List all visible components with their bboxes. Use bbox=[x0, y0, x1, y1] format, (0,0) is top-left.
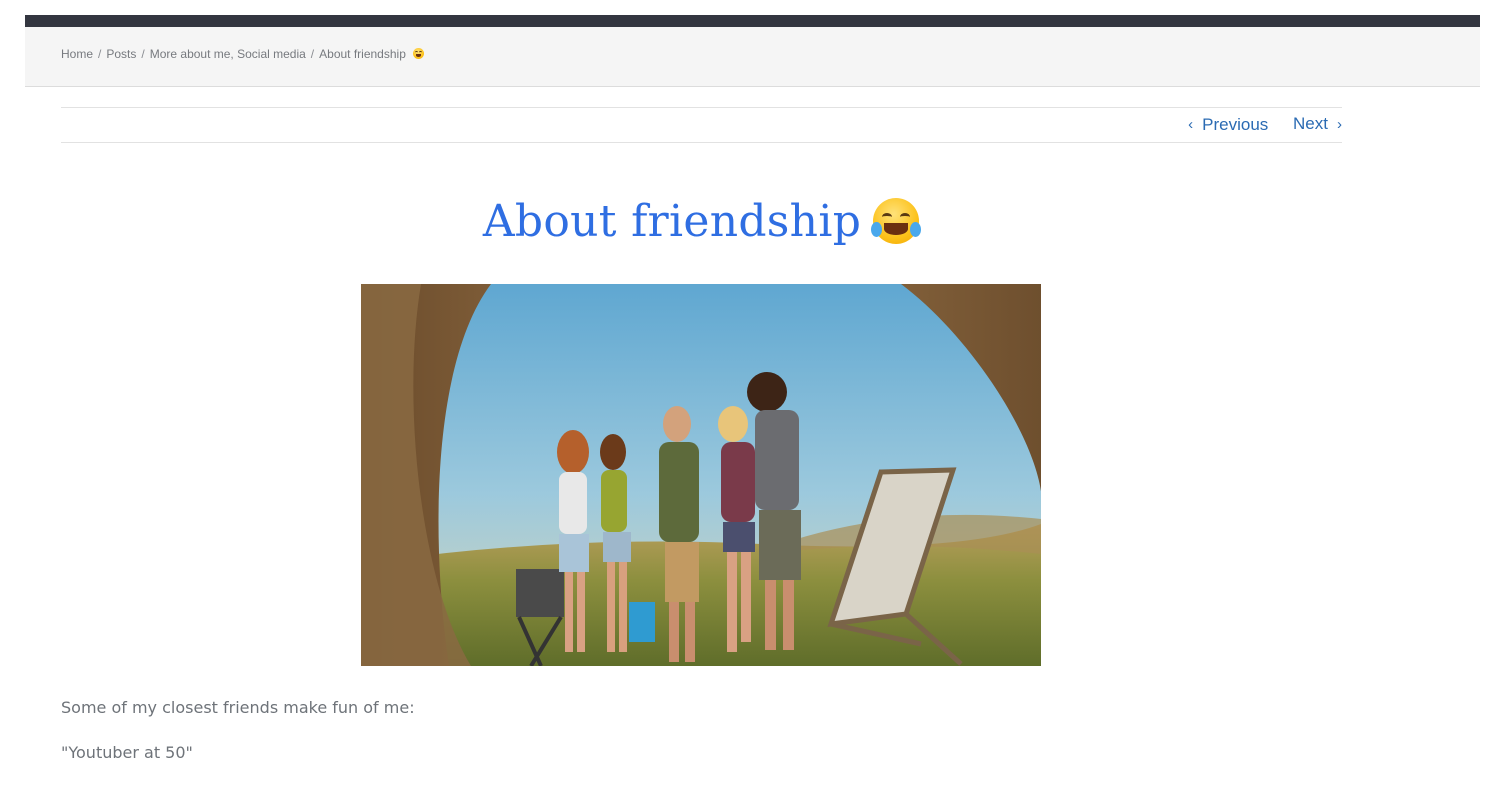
chevron-right-icon: › bbox=[1337, 115, 1342, 133]
breadcrumb-categories-link[interactable]: More about me, Social media bbox=[150, 47, 306, 61]
breadcrumb-bar: Home / Posts / More about me, Social media / A… bbox=[25, 27, 1480, 87]
page: Home / Posts / More about me, Social media / A… bbox=[0, 0, 1505, 787]
post-nav-bottom-divider bbox=[61, 142, 1342, 143]
face-with-tears-of-joy-icon bbox=[413, 48, 425, 60]
cooler bbox=[629, 602, 655, 642]
breadcrumb-home-link[interactable]: Home bbox=[61, 47, 93, 61]
hero-image-svg bbox=[361, 284, 1041, 666]
post-paragraph: "Youtuber at 50" bbox=[61, 743, 193, 762]
top-bar bbox=[25, 15, 1480, 27]
post-title-wrap: About friendship bbox=[0, 196, 1402, 248]
breadcrumb: Home / Posts / More about me, Social media / A… bbox=[61, 47, 425, 61]
next-post-link[interactable]: Next › bbox=[1293, 114, 1342, 134]
post-nav-top-divider bbox=[61, 107, 1342, 108]
breadcrumb-posts-link[interactable]: Posts bbox=[106, 47, 136, 61]
face-with-tears-of-joy-icon bbox=[871, 197, 922, 244]
friends-camping-photo bbox=[361, 284, 1041, 666]
post-title-text: About friendship bbox=[482, 196, 862, 247]
breadcrumb-separator: / bbox=[141, 47, 145, 61]
breadcrumb-current: About friendship bbox=[319, 47, 406, 61]
chevron-left-icon: ‹ bbox=[1188, 116, 1194, 133]
post-title: About friendship bbox=[482, 196, 922, 248]
breadcrumb-separator: / bbox=[310, 47, 315, 61]
previous-label: Previous bbox=[1202, 114, 1269, 134]
previous-post-link[interactable]: ‹ Previous bbox=[1188, 115, 1268, 135]
breadcrumb-separator: / bbox=[98, 47, 102, 61]
next-label: Next bbox=[1293, 114, 1328, 133]
post-navigation: ‹ Previous Next › bbox=[1188, 114, 1342, 135]
post-paragraph: Some of my closest friends make fun of m… bbox=[61, 698, 415, 717]
